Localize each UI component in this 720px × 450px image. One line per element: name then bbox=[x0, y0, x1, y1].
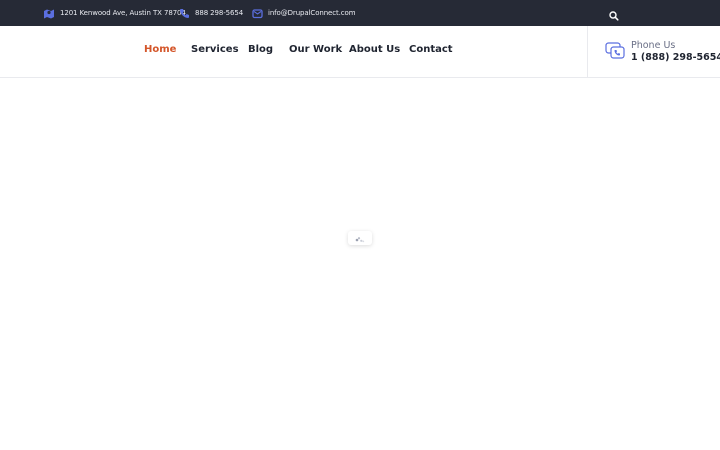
phone-us-label: Phone Us bbox=[631, 40, 676, 51]
nav-item-our-work[interactable]: Our Work bbox=[289, 44, 342, 55]
nav-item-services[interactable]: Services bbox=[191, 44, 239, 55]
topbar-email[interactable]: info@DrupalConnect.com bbox=[251, 0, 356, 26]
page-content bbox=[0, 78, 720, 450]
topbar-phone[interactable]: 888 298-5654 bbox=[178, 0, 243, 26]
nav-item-contact[interactable]: Contact bbox=[409, 44, 453, 55]
topbar-address: 1201 Kenwood Ave, Austin TX 78704 bbox=[43, 0, 186, 26]
nav-item-home[interactable]: Home bbox=[144, 44, 176, 55]
envelope-icon bbox=[251, 7, 263, 19]
nav-item-about-us[interactable]: About Us bbox=[349, 44, 400, 55]
nav-item-blog[interactable]: Blog bbox=[248, 44, 273, 55]
phone-us-number: 1 (888) 298-5654 bbox=[631, 52, 720, 63]
header-divider bbox=[587, 26, 588, 77]
email-text: info@DrupalConnect.com bbox=[268, 9, 356, 17]
address-text: 1201 Kenwood Ave, Austin TX 78704 bbox=[60, 9, 186, 17]
search-icon[interactable] bbox=[608, 7, 620, 21]
top-bar: 1201 Kenwood Ave, Austin TX 78704 888 29… bbox=[0, 0, 720, 26]
phone-icon bbox=[178, 7, 190, 19]
spinner-icon bbox=[355, 229, 365, 248]
main-nav: Home Services Blog Our Work About Us Con… bbox=[0, 26, 587, 77]
map-icon bbox=[43, 7, 55, 19]
page-loader bbox=[348, 231, 372, 245]
phone-us-box[interactable]: Phone Us 1 (888) 298-5654 bbox=[604, 39, 720, 65]
main-header: Home Services Blog Our Work About Us Con… bbox=[0, 26, 720, 78]
phone-support-icon bbox=[604, 39, 626, 65]
phone-text: 888 298-5654 bbox=[195, 9, 244, 17]
